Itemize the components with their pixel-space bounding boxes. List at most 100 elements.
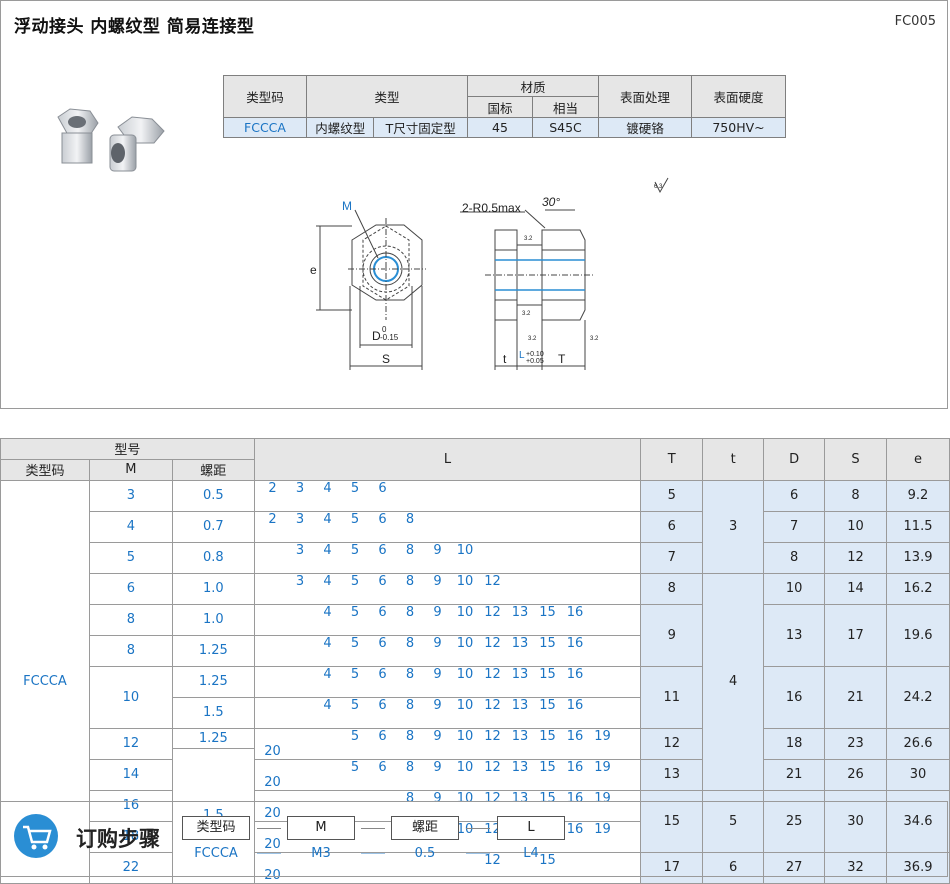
l-value: 4 xyxy=(323,666,332,682)
l-value: 13 xyxy=(511,759,529,775)
l-value: 6 xyxy=(378,542,387,558)
e-cell: 26.6 xyxy=(886,727,950,760)
spec-header-mat-jp: 相当 xyxy=(532,96,599,118)
product-code: FC005 xyxy=(894,14,936,29)
order-box-pitch[interactable]: 螺距 xyxy=(391,816,459,840)
header-type-code: 类型码 xyxy=(0,458,90,481)
spec-type-code: FCCCA xyxy=(223,117,307,138)
S-cell: 8 xyxy=(824,479,888,512)
m-label: M xyxy=(342,199,352,213)
T-label: T xyxy=(558,352,566,366)
order-value-type-code: FCCCA xyxy=(194,846,238,861)
T-cell: 9 xyxy=(640,603,704,667)
spec-header-type-code: 类型码 xyxy=(223,75,307,118)
l-value: 4 xyxy=(323,542,332,558)
T-cell: 6 xyxy=(640,510,704,543)
D-cell: 8 xyxy=(763,541,826,574)
e-cell: 24.2 xyxy=(886,665,950,729)
l-values: 2 3 4 5 6 8 xyxy=(253,510,642,543)
l-value: 10 xyxy=(456,666,474,682)
l-value: 13 xyxy=(511,697,529,713)
l-value: 12 xyxy=(484,697,501,713)
l-values: 3 4 5 6 8 9 10 xyxy=(253,541,642,574)
header-D: D xyxy=(763,438,826,481)
table-row: 10 1.25 4 5 6 8 9 10 12 13 15 16 11 16 21 24.2 xyxy=(1,665,950,729)
dash xyxy=(361,828,385,829)
r-label: 2-R0.5max xyxy=(462,201,521,215)
l-value: 8 xyxy=(405,542,415,558)
spec-header-mat-cn: 国标 xyxy=(467,96,533,118)
pitch-cell: 1.5 xyxy=(171,696,255,729)
spec-mat-cn: 45 xyxy=(467,117,533,138)
l-value: 6 xyxy=(378,759,387,775)
l-value: 6 xyxy=(378,480,387,496)
roughness-2: 3.2 xyxy=(522,311,531,317)
l-value: 19 xyxy=(594,759,611,775)
l-value: 4 xyxy=(323,604,332,620)
l-value: 5 xyxy=(350,511,360,527)
order-box-m[interactable]: M xyxy=(287,816,355,840)
l-value: 3 xyxy=(295,480,305,496)
l-value: 5 xyxy=(350,604,360,620)
header-m: M xyxy=(88,458,173,481)
l-value: 9 xyxy=(433,728,442,744)
l-value: 9 xyxy=(433,542,442,558)
D-cell: 21 xyxy=(763,758,826,791)
header-T: T xyxy=(640,438,704,481)
l-value: 15 xyxy=(539,759,556,775)
l-value: 12 xyxy=(484,666,501,682)
pitch-cell: 0.7 xyxy=(171,510,255,543)
l-value: 5 xyxy=(350,573,360,589)
l-value: 2 xyxy=(268,511,277,527)
l-value: 8 xyxy=(405,759,415,775)
S-cell: 17 xyxy=(824,603,888,667)
e-cell: 30 xyxy=(886,758,950,791)
page-title: 浮动接头 内螺纹型 简易连接型 xyxy=(14,17,255,37)
l-value: 8 xyxy=(405,728,415,744)
header-l: L xyxy=(253,438,642,481)
l-values: 4 5 6 8 9 10 12 13 15 16 xyxy=(253,696,642,729)
D-cell: 10 xyxy=(763,572,826,605)
S-cell: 26 xyxy=(824,758,888,791)
pitch-cell: 1.0 xyxy=(171,572,255,605)
shopping-cart-icon xyxy=(14,814,58,858)
l-value: 13 xyxy=(511,728,529,744)
table-row: 8 1.0 4 5 6 8 9 10 12 13 15 16 9 13 17 19.6 xyxy=(1,603,950,667)
roughness-1: 3.2 xyxy=(524,236,533,242)
e-cell: 19.6 xyxy=(886,603,950,667)
l-value: 6 xyxy=(378,511,387,527)
l-value: 4 xyxy=(323,635,332,651)
S-cell: 23 xyxy=(824,727,888,760)
l-value: 15 xyxy=(539,697,556,713)
e-cell: 9.2 xyxy=(886,479,950,512)
l-value: 20 xyxy=(264,774,281,790)
l-values: 5 6 8 9 10 12 13 15 16 19 20 xyxy=(253,758,642,791)
pitch-cell: 1.0 xyxy=(171,603,255,636)
l-value: 6 xyxy=(378,697,387,713)
l-values: 4 5 6 8 9 10 12 13 15 16 xyxy=(253,603,642,636)
T-cell: 5 xyxy=(640,479,704,512)
l-value: 6 xyxy=(378,666,387,682)
order-value-l: L4 xyxy=(523,846,539,861)
T-cell: 8 xyxy=(640,572,704,605)
dash xyxy=(257,828,281,829)
order-box-type-code[interactable]: 类型码 xyxy=(182,816,250,840)
l-value: 19 xyxy=(594,728,611,744)
header-e: e xyxy=(886,438,950,481)
e-cell: 11.5 xyxy=(886,510,950,543)
pitch-cell: 0.5 xyxy=(171,479,255,512)
l-values: 4 5 6 8 9 10 12 13 15 16 xyxy=(253,665,642,698)
s-label: S xyxy=(382,352,390,366)
table-row: 5 0.8 3 4 5 6 8 9 10 7 8 12 13.9 xyxy=(1,541,950,574)
roughness-4: 3.2 xyxy=(590,336,599,342)
technical-drawing: M e D 0 -0.15 S 2-R0.5max 30° t L +0.10 … xyxy=(310,177,669,370)
l-values: 3 4 5 6 8 9 10 12 xyxy=(253,572,642,605)
l-value: 3 xyxy=(295,542,305,558)
l-value: 12 xyxy=(484,759,501,775)
l-value: 4 xyxy=(323,697,332,713)
order-box-l[interactable]: L xyxy=(497,816,565,840)
l-value: 9 xyxy=(433,666,442,682)
m-cell: 8 xyxy=(88,634,173,667)
l-value: 12 xyxy=(484,604,501,620)
header-S: S xyxy=(824,438,888,481)
